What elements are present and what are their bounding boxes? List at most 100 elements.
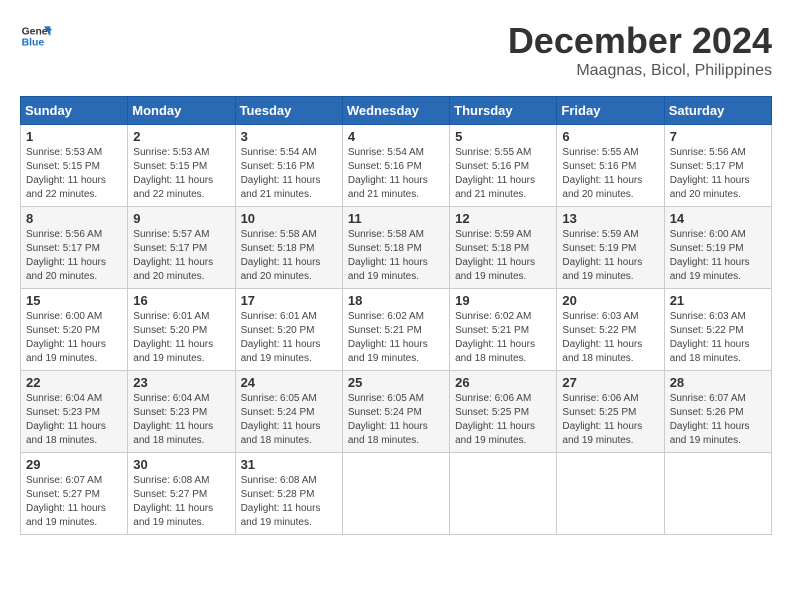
location-title: Maagnas, Bicol, Philippines — [508, 62, 772, 80]
day-number: 23 — [133, 375, 229, 390]
day-info: Sunrise: 6:06 AMSunset: 5:25 PMDaylight:… — [562, 393, 642, 446]
calendar-cell — [557, 453, 664, 535]
day-number: 29 — [26, 457, 122, 472]
day-info: Sunrise: 6:01 AMSunset: 5:20 PMDaylight:… — [241, 311, 321, 364]
logo-icon: General Blue — [20, 20, 52, 52]
day-number: 27 — [562, 375, 658, 390]
day-number: 20 — [562, 293, 658, 308]
day-number: 21 — [670, 293, 766, 308]
calendar-cell: 26 Sunrise: 6:06 AMSunset: 5:25 PMDaylig… — [450, 371, 557, 453]
calendar-row-1: 8 Sunrise: 5:56 AMSunset: 5:17 PMDayligh… — [21, 207, 772, 289]
day-number: 9 — [133, 211, 229, 226]
calendar-row-3: 22 Sunrise: 6:04 AMSunset: 5:23 PMDaylig… — [21, 371, 772, 453]
day-info: Sunrise: 6:08 AMSunset: 5:27 PMDaylight:… — [133, 475, 213, 528]
month-title: December 2024 — [508, 20, 772, 62]
day-info: Sunrise: 5:56 AMSunset: 5:17 PMDaylight:… — [26, 229, 106, 282]
calendar-header-thursday: Thursday — [450, 97, 557, 125]
day-info: Sunrise: 5:58 AMSunset: 5:18 PMDaylight:… — [241, 229, 321, 282]
calendar-header-friday: Friday — [557, 97, 664, 125]
calendar-header-saturday: Saturday — [664, 97, 771, 125]
calendar-cell: 11 Sunrise: 5:58 AMSunset: 5:18 PMDaylig… — [342, 207, 449, 289]
calendar-cell — [664, 453, 771, 535]
calendar-cell: 1 Sunrise: 5:53 AMSunset: 5:15 PMDayligh… — [21, 125, 128, 207]
day-info: Sunrise: 5:57 AMSunset: 5:17 PMDaylight:… — [133, 229, 213, 282]
page-container: General Blue December 2024 Maagnas, Bico… — [20, 20, 772, 535]
day-info: Sunrise: 5:59 AMSunset: 5:18 PMDaylight:… — [455, 229, 535, 282]
calendar-header-monday: Monday — [128, 97, 235, 125]
day-info: Sunrise: 6:01 AMSunset: 5:20 PMDaylight:… — [133, 311, 213, 364]
calendar-cell: 9 Sunrise: 5:57 AMSunset: 5:17 PMDayligh… — [128, 207, 235, 289]
day-number: 15 — [26, 293, 122, 308]
calendar-cell: 10 Sunrise: 5:58 AMSunset: 5:18 PMDaylig… — [235, 207, 342, 289]
day-number: 11 — [348, 211, 444, 226]
calendar-cell — [342, 453, 449, 535]
calendar-cell: 5 Sunrise: 5:55 AMSunset: 5:16 PMDayligh… — [450, 125, 557, 207]
day-number: 25 — [348, 375, 444, 390]
calendar-cell: 28 Sunrise: 6:07 AMSunset: 5:26 PMDaylig… — [664, 371, 771, 453]
day-number: 16 — [133, 293, 229, 308]
calendar-cell: 4 Sunrise: 5:54 AMSunset: 5:16 PMDayligh… — [342, 125, 449, 207]
calendar-cell: 18 Sunrise: 6:02 AMSunset: 5:21 PMDaylig… — [342, 289, 449, 371]
calendar-cell: 24 Sunrise: 6:05 AMSunset: 5:24 PMDaylig… — [235, 371, 342, 453]
day-info: Sunrise: 6:04 AMSunset: 5:23 PMDaylight:… — [133, 393, 213, 446]
calendar-row-0: 1 Sunrise: 5:53 AMSunset: 5:15 PMDayligh… — [21, 125, 772, 207]
day-info: Sunrise: 5:53 AMSunset: 5:15 PMDaylight:… — [133, 147, 213, 200]
day-number: 10 — [241, 211, 337, 226]
calendar-cell: 21 Sunrise: 6:03 AMSunset: 5:22 PMDaylig… — [664, 289, 771, 371]
day-info: Sunrise: 6:06 AMSunset: 5:25 PMDaylight:… — [455, 393, 535, 446]
day-info: Sunrise: 5:53 AMSunset: 5:15 PMDaylight:… — [26, 147, 106, 200]
day-number: 30 — [133, 457, 229, 472]
title-area: December 2024 Maagnas, Bicol, Philippine… — [508, 20, 772, 80]
day-number: 14 — [670, 211, 766, 226]
calendar-header-wednesday: Wednesday — [342, 97, 449, 125]
day-number: 17 — [241, 293, 337, 308]
day-number: 18 — [348, 293, 444, 308]
day-info: Sunrise: 6:00 AMSunset: 5:20 PMDaylight:… — [26, 311, 106, 364]
calendar-cell: 20 Sunrise: 6:03 AMSunset: 5:22 PMDaylig… — [557, 289, 664, 371]
calendar-cell: 3 Sunrise: 5:54 AMSunset: 5:16 PMDayligh… — [235, 125, 342, 207]
calendar-cell: 17 Sunrise: 6:01 AMSunset: 5:20 PMDaylig… — [235, 289, 342, 371]
calendar-cell: 14 Sunrise: 6:00 AMSunset: 5:19 PMDaylig… — [664, 207, 771, 289]
calendar-cell: 23 Sunrise: 6:04 AMSunset: 5:23 PMDaylig… — [128, 371, 235, 453]
day-info: Sunrise: 5:55 AMSunset: 5:16 PMDaylight:… — [562, 147, 642, 200]
calendar-cell: 22 Sunrise: 6:04 AMSunset: 5:23 PMDaylig… — [21, 371, 128, 453]
day-info: Sunrise: 6:07 AMSunset: 5:27 PMDaylight:… — [26, 475, 106, 528]
calendar-cell: 12 Sunrise: 5:59 AMSunset: 5:18 PMDaylig… — [450, 207, 557, 289]
day-info: Sunrise: 6:02 AMSunset: 5:21 PMDaylight:… — [348, 311, 428, 364]
day-number: 12 — [455, 211, 551, 226]
calendar-cell: 30 Sunrise: 6:08 AMSunset: 5:27 PMDaylig… — [128, 453, 235, 535]
calendar-header-tuesday: Tuesday — [235, 97, 342, 125]
day-info: Sunrise: 6:02 AMSunset: 5:21 PMDaylight:… — [455, 311, 535, 364]
logo: General Blue — [20, 20, 52, 52]
calendar-cell: 15 Sunrise: 6:00 AMSunset: 5:20 PMDaylig… — [21, 289, 128, 371]
calendar-row-2: 15 Sunrise: 6:00 AMSunset: 5:20 PMDaylig… — [21, 289, 772, 371]
calendar-cell — [450, 453, 557, 535]
day-info: Sunrise: 6:03 AMSunset: 5:22 PMDaylight:… — [562, 311, 642, 364]
day-number: 26 — [455, 375, 551, 390]
calendar-cell: 31 Sunrise: 6:08 AMSunset: 5:28 PMDaylig… — [235, 453, 342, 535]
day-number: 4 — [348, 129, 444, 144]
calendar-row-4: 29 Sunrise: 6:07 AMSunset: 5:27 PMDaylig… — [21, 453, 772, 535]
day-info: Sunrise: 5:54 AMSunset: 5:16 PMDaylight:… — [241, 147, 321, 200]
day-number: 28 — [670, 375, 766, 390]
day-info: Sunrise: 6:05 AMSunset: 5:24 PMDaylight:… — [348, 393, 428, 446]
calendar-cell: 6 Sunrise: 5:55 AMSunset: 5:16 PMDayligh… — [557, 125, 664, 207]
calendar-header-sunday: Sunday — [21, 97, 128, 125]
day-info: Sunrise: 5:55 AMSunset: 5:16 PMDaylight:… — [455, 147, 535, 200]
day-info: Sunrise: 6:08 AMSunset: 5:28 PMDaylight:… — [241, 475, 321, 528]
day-number: 2 — [133, 129, 229, 144]
day-info: Sunrise: 5:59 AMSunset: 5:19 PMDaylight:… — [562, 229, 642, 282]
day-info: Sunrise: 6:05 AMSunset: 5:24 PMDaylight:… — [241, 393, 321, 446]
day-number: 31 — [241, 457, 337, 472]
calendar-cell: 29 Sunrise: 6:07 AMSunset: 5:27 PMDaylig… — [21, 453, 128, 535]
calendar-cell: 7 Sunrise: 5:56 AMSunset: 5:17 PMDayligh… — [664, 125, 771, 207]
calendar-table: SundayMondayTuesdayWednesdayThursdayFrid… — [20, 96, 772, 535]
day-number: 1 — [26, 129, 122, 144]
day-info: Sunrise: 5:54 AMSunset: 5:16 PMDaylight:… — [348, 147, 428, 200]
calendar-cell: 19 Sunrise: 6:02 AMSunset: 5:21 PMDaylig… — [450, 289, 557, 371]
calendar-cell: 13 Sunrise: 5:59 AMSunset: 5:19 PMDaylig… — [557, 207, 664, 289]
day-number: 7 — [670, 129, 766, 144]
calendar-cell: 16 Sunrise: 6:01 AMSunset: 5:20 PMDaylig… — [128, 289, 235, 371]
day-number: 13 — [562, 211, 658, 226]
day-number: 22 — [26, 375, 122, 390]
